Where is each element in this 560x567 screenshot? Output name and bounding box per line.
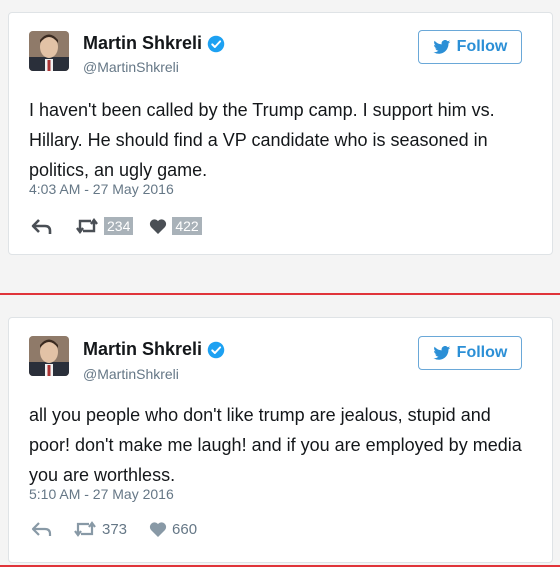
display-name-text: Martin Shkreli xyxy=(83,339,203,359)
twitter-bird-icon xyxy=(433,39,450,54)
tweet-actions: 373 660 xyxy=(31,520,197,538)
red-divider xyxy=(0,293,560,295)
screenshot-stage: Martin Shkreli @MartinShkreli Follow I h… xyxy=(0,0,560,567)
like-count: 660 xyxy=(172,520,198,538)
like-button[interactable]: 422 xyxy=(149,217,202,235)
follow-button[interactable]: Follow xyxy=(418,30,522,64)
reply-button[interactable] xyxy=(31,520,53,538)
twitter-bird-icon xyxy=(433,345,450,360)
retweet-button[interactable]: 234 xyxy=(75,217,134,235)
follow-button[interactable]: Follow xyxy=(418,336,522,370)
reply-icon xyxy=(31,522,52,536)
tweet-text: all you people who don't like trump are … xyxy=(29,405,522,485)
tweet-card: Martin Shkreli @MartinShkreli Follow all… xyxy=(8,317,553,563)
tweet-timestamp[interactable]: 4:03 AM - 27 May 2016 xyxy=(29,181,174,197)
heart-icon xyxy=(149,521,167,537)
avatar[interactable] xyxy=(29,336,69,376)
reply-button[interactable] xyxy=(31,217,53,235)
avatar-photo xyxy=(29,336,69,376)
retweet-icon xyxy=(74,521,96,537)
avatar[interactable] xyxy=(29,31,69,71)
verified-badge-icon xyxy=(207,341,225,358)
retweet-icon xyxy=(76,218,98,234)
avatar-photo xyxy=(29,31,69,71)
follow-button-label: Follow xyxy=(456,344,508,361)
retweet-count: 373 xyxy=(102,520,128,538)
reply-icon xyxy=(31,219,52,234)
heart-icon xyxy=(150,218,167,234)
user-handle[interactable]: @MartinShkreli xyxy=(83,59,179,75)
tweet-actions: 234 422 xyxy=(31,217,202,235)
display-name[interactable]: Martin Shkreli xyxy=(83,33,225,54)
user-handle[interactable]: @MartinShkreli xyxy=(83,366,179,382)
tweet-card: Martin Shkreli @MartinShkreli Follow I h… xyxy=(8,12,553,255)
follow-button-label: Follow xyxy=(456,38,508,55)
display-name[interactable]: Martin Shkreli xyxy=(83,339,225,360)
like-count: 422 xyxy=(172,217,202,235)
retweet-count: 234 xyxy=(104,217,134,235)
like-button[interactable]: 660 xyxy=(149,521,197,538)
tweet-timestamp[interactable]: 5:10 AM - 27 May 2016 xyxy=(29,486,174,502)
tweet-text: I haven't been called by the Trump camp.… xyxy=(29,100,495,180)
verified-badge-icon xyxy=(207,35,225,52)
retweet-button[interactable]: 373 xyxy=(73,520,127,538)
display-name-text: Martin Shkreli xyxy=(83,33,203,53)
